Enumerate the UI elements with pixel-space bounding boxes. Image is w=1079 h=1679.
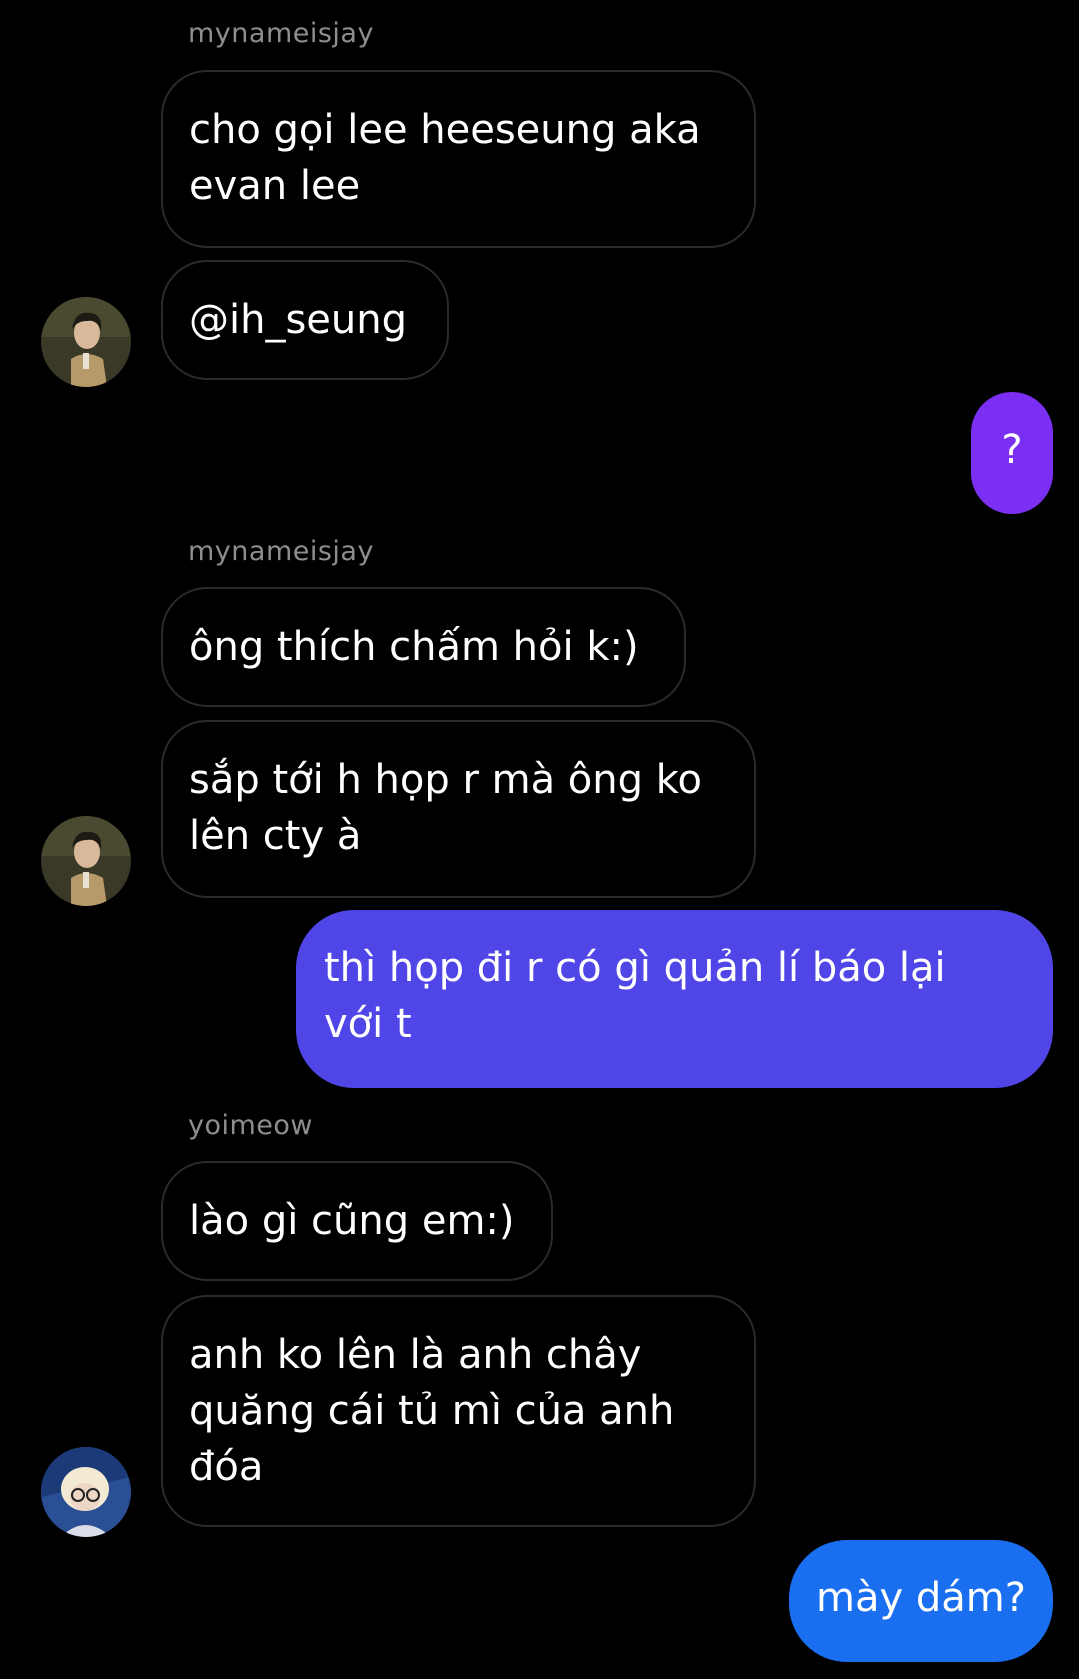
received-message[interactable]: ông thích chấm hỏi k:) <box>161 587 686 707</box>
avatar-jay[interactable] <box>41 816 131 906</box>
avatar-yoimeow[interactable] <box>41 1447 131 1537</box>
sent-message[interactable]: ? <box>971 392 1053 514</box>
received-message[interactable]: lào gì cũng em:) <box>161 1161 553 1281</box>
sent-message[interactable]: mày dám? <box>789 1540 1053 1662</box>
avatar-jay[interactable] <box>41 297 131 387</box>
received-message[interactable]: @ih_seung <box>161 260 449 380</box>
avatar-yoimeow-image <box>41 1447 131 1537</box>
received-message[interactable]: anh ko lên là anh chây quăng cái tủ mì c… <box>161 1295 756 1527</box>
sent-message[interactable]: thì họp đi r có gì quản lí báo lại với t <box>296 910 1053 1088</box>
received-message[interactable]: cho gọi lee heeseung aka evan lee <box>161 70 756 248</box>
sender-name: mynameisjay <box>188 536 374 567</box>
avatar-jay-image <box>41 297 131 387</box>
sender-name: yoimeow <box>188 1110 314 1141</box>
sender-name: mynameisjay <box>188 18 374 49</box>
received-message[interactable]: sắp tới h họp r mà ông ko lên cty à <box>161 720 756 898</box>
avatar-jay-image <box>41 816 131 906</box>
